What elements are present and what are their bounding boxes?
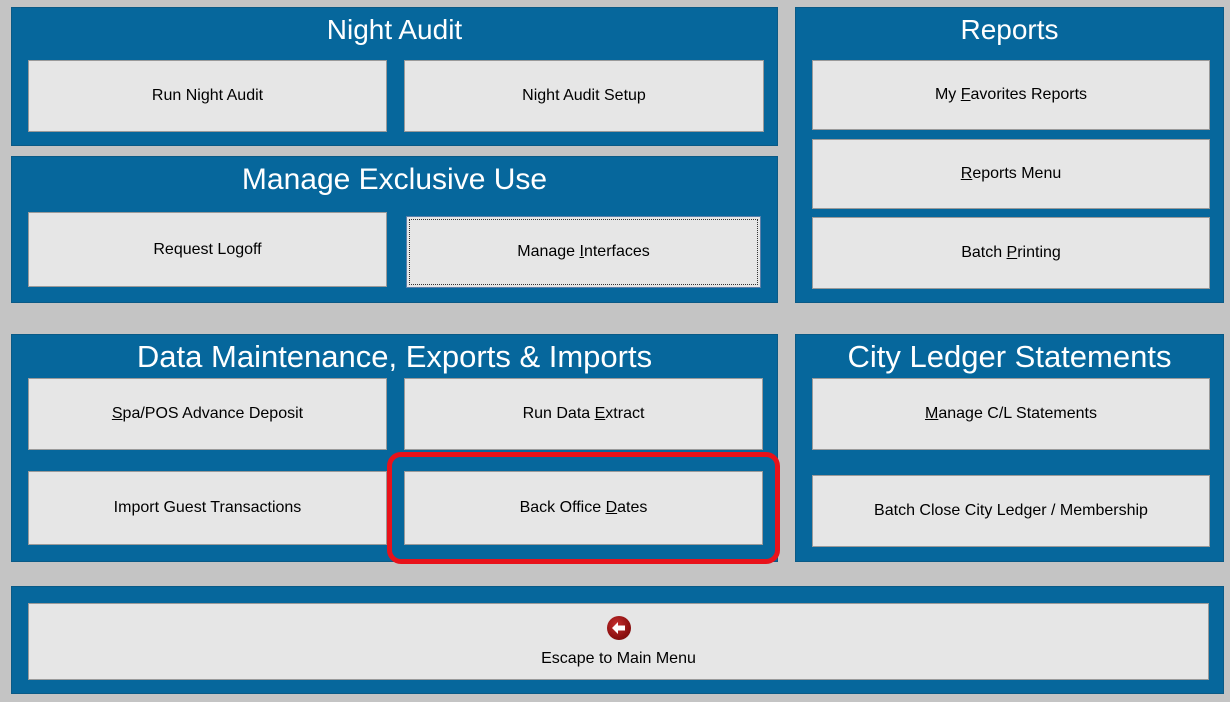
run-night-audit-label: Run Night Audit [151,87,264,104]
data-maintenance-title: Data Maintenance, Exports & Imports [136,339,653,374]
run-data-extract-label: Run Data Extract [522,405,645,422]
exclusive-use-title: Manage Exclusive Use [241,163,548,196]
run-night-audit-button[interactable]: Run Night Audit [28,60,387,132]
spa-pos-advance-deposit-label: Spa/POS Advance Deposit [111,405,304,422]
my-favorites-reports-button[interactable]: My Favorites Reports [812,60,1210,130]
night-audit-panel: Night Audit Run Night Audit Night Audit … [11,7,778,146]
manage-cl-statements-button[interactable]: Manage C/L Statements [812,378,1210,450]
night-audit-setup-button[interactable]: Night Audit Setup [404,60,764,132]
my-favorites-reports-label: My Favorites Reports [934,86,1088,103]
manage-interfaces-button[interactable]: Manage Interfaces [406,216,761,288]
reports-panel: Reports My Favorites Reports Reports Men… [795,7,1224,303]
reports-title: Reports [960,14,1059,45]
request-logoff-label: Request Logoff [153,240,262,258]
manage-cl-statements-label: Manage C/L Statements [925,405,1097,422]
escape-to-main-menu-button[interactable]: Escape to Main Menu [28,603,1209,680]
back-office-dates-button[interactable]: Back Office Dates [404,471,763,545]
batch-close-city-ledger-label: Batch Close City Ledger / Membership [874,502,1148,519]
manage-interfaces-label: Manage Interfaces [517,243,650,260]
reports-menu-label: Reports Menu [960,165,1062,182]
night-audit-setup-label: Night Audit Setup [522,87,646,104]
run-data-extract-button[interactable]: Run Data Extract [404,378,763,450]
batch-close-city-ledger-button[interactable]: Batch Close City Ledger / Membership [812,475,1210,547]
import-guest-transactions-label: Import Guest Transactions [113,499,302,516]
city-ledger-title: City Ledger Statements [847,339,1172,374]
city-ledger-panel: City Ledger Statements Manage C/L Statem… [795,334,1224,562]
back-arrow-icon [606,615,631,640]
exclusive-use-panel: Manage Exclusive Use Request Logoff Mana… [11,156,778,303]
spa-pos-advance-deposit-button[interactable]: Spa/POS Advance Deposit [28,378,387,450]
batch-printing-button[interactable]: Batch Printing [812,217,1210,289]
night-audit-title: Night Audit [326,14,463,45]
data-maintenance-panel: Data Maintenance, Exports & Imports Spa/… [11,334,778,562]
escape-panel: Escape to Main Menu [11,586,1224,694]
escape-to-main-menu-label: Escape to Main Menu [541,649,696,667]
reports-menu-button[interactable]: Reports Menu [812,139,1210,209]
request-logoff-button[interactable]: Request Logoff [28,212,387,287]
batch-printing-label: Batch Printing [961,244,1061,261]
import-guest-transactions-button[interactable]: Import Guest Transactions [28,471,387,545]
back-office-dates-label: Back Office Dates [519,499,648,516]
